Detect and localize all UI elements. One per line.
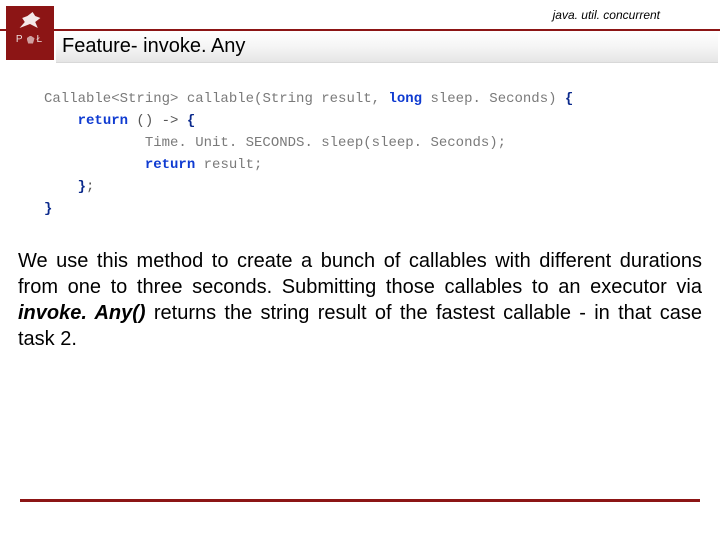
code-l2-brace: { <box>187 113 195 129</box>
slide-title: Feature- invoke. Any <box>62 35 245 58</box>
code-l1-type: Callable<String> <box>44 91 187 107</box>
topbar: java. util. concurrent <box>0 0 720 30</box>
code-l1-fn: callable <box>187 91 254 107</box>
code-l4-kw: return <box>145 157 195 173</box>
logo-letter-left: P <box>16 34 25 45</box>
code-l1-brace: { <box>557 91 574 107</box>
crest-icon <box>27 36 35 44</box>
logo-letters: P Ł <box>16 34 44 45</box>
code-l3: Time. Unit. SECONDS. sleep(sleep. Second… <box>44 135 506 151</box>
title-band: Feature- invoke. Any <box>56 31 718 63</box>
body-paragraph: We use this method to create a bunch of … <box>18 248 702 352</box>
code-l5-indent <box>44 179 78 195</box>
eagle-icon <box>17 10 43 30</box>
code-l2-indent <box>44 113 78 129</box>
code-l1-params2: sleep. Seconds) <box>422 91 556 107</box>
code-l1-params1: (String result, <box>254 91 388 107</box>
paragraph-emphasis: invoke. Any() <box>18 302 146 324</box>
code-l4-rest: result; <box>195 157 262 173</box>
code-l6-brace: } <box>44 201 52 217</box>
code-l1-kw: long <box>388 91 422 107</box>
code-block: Callable<String> callable(String result,… <box>44 88 573 220</box>
code-l5-semi: ; <box>86 179 94 195</box>
code-l2-kw: return <box>78 113 128 129</box>
code-l2-arrow: () -> <box>128 113 187 129</box>
paragraph-part1: We use this method to create a bunch of … <box>18 250 702 298</box>
code-l4-indent <box>44 157 145 173</box>
eyebrow-text: java. util. concurrent <box>553 8 660 22</box>
slide: java. util. concurrent P Ł Feature- invo… <box>0 0 720 540</box>
university-logo: P Ł <box>6 6 54 60</box>
bottom-red-rule <box>20 499 700 502</box>
logo-letter-right: Ł <box>37 34 45 45</box>
code-l5-brace: } <box>78 179 86 195</box>
